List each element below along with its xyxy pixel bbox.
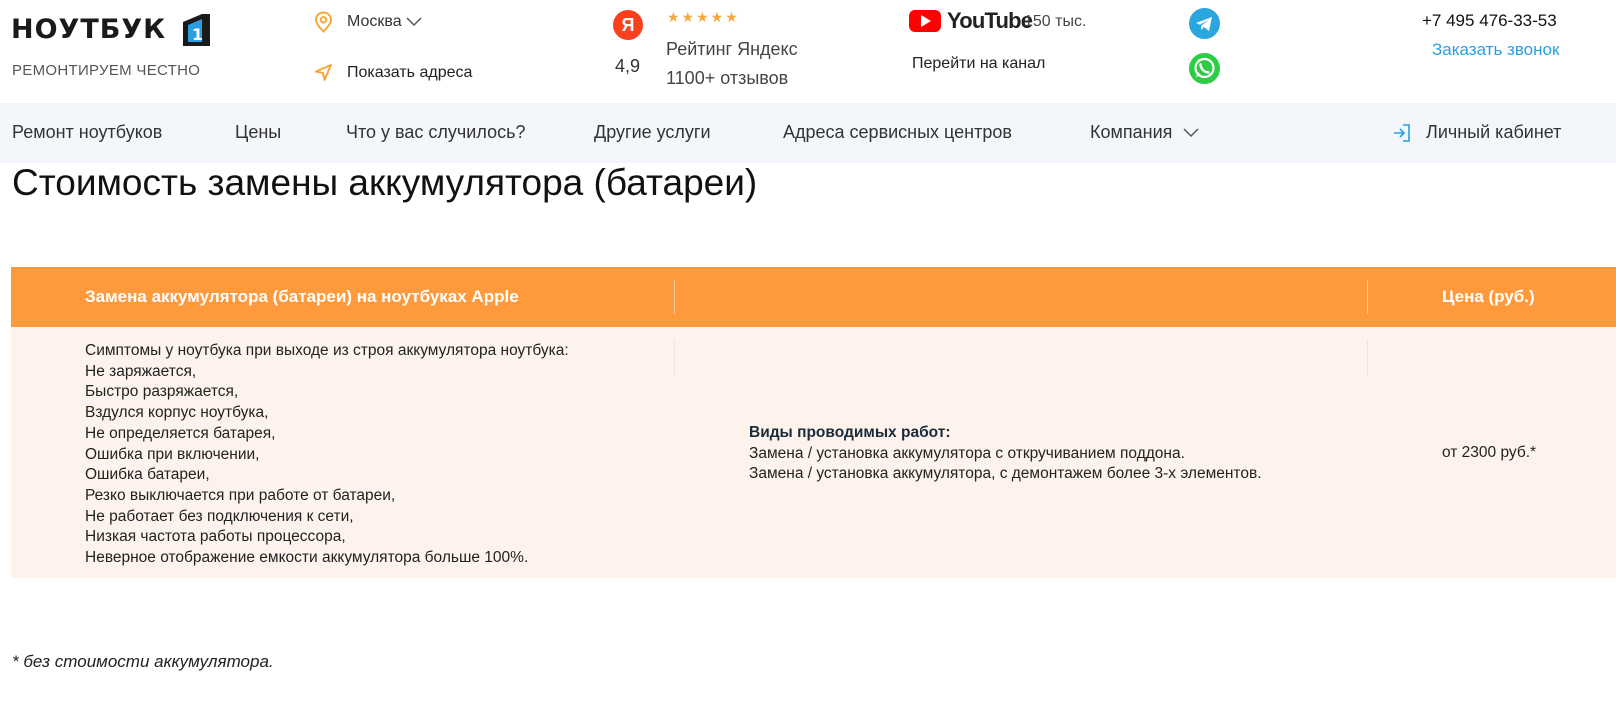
symptom-item: Не определяется батарея, (85, 424, 276, 442)
symptom-item: Не заряжается, (85, 362, 197, 380)
logo-text: НОУТБУК (11, 14, 167, 45)
works-title: Виды проводимых работ: (749, 424, 951, 441)
yandex-logo-icon: Я (613, 10, 643, 40)
tagline: РЕМОНТИРУЕМ ЧЕСТНО (12, 62, 201, 79)
cell-divider (674, 340, 675, 376)
table-row: Симптомы у ноутбука при выходе из строя … (11, 327, 1616, 578)
nav-item-laptop-repair[interactable]: Ремонт ноутбуков (12, 122, 162, 143)
symptom-item: Быстро разряжается, (85, 383, 239, 401)
work-item: Замена / установка аккумулятора, с демон… (749, 465, 1262, 483)
youtube-logo[interactable]: YouTube (909, 8, 1033, 34)
nav-item-company[interactable]: Компания (1090, 122, 1199, 143)
whatsapp-icon[interactable] (1189, 53, 1220, 84)
logo[interactable]: НОУТБУК 1 (11, 10, 211, 50)
nav-item-service-addresses[interactable]: Адреса сервисных центров (783, 122, 1012, 143)
youtube-subscribers: 150 тыс. (1024, 13, 1087, 30)
symptoms-cell: Симптомы у ноутбука при выходе из строя … (85, 341, 569, 569)
header-divider (1367, 280, 1368, 314)
logo-digit: 1 (192, 25, 203, 44)
phone-number[interactable]: +7 495 476-33-53 (1422, 11, 1557, 31)
nav-item-prices[interactable]: Цены (235, 122, 281, 143)
chevron-down-icon (1183, 128, 1199, 138)
main-nav: Ремонт ноутбуков Цены Что у вас случилос… (0, 103, 1616, 163)
rating-stars-icon: ★★★★★ (667, 9, 740, 25)
footnote: * без стоимости аккумулятора. (12, 652, 274, 671)
symptom-item: Ошибка батареи, (85, 466, 210, 484)
header-price: Цена (руб.) (1442, 287, 1535, 306)
youtube-play-icon (909, 10, 941, 32)
symptom-item: Вздулся корпус ноутбука, (85, 404, 269, 422)
work-item: Замена / установка аккумулятора с откруч… (749, 444, 1185, 462)
symptoms-intro: Симптомы у ноутбука при выходе из строя … (85, 342, 569, 359)
login-label: Личный кабинет (1426, 122, 1562, 142)
price-cell: от 2300 руб.* (1442, 444, 1537, 461)
show-addresses-link[interactable]: Показать адреса (314, 63, 472, 82)
yandex-score: 4,9 (615, 56, 641, 76)
symptom-item: Низкая частота работы процессора, (85, 528, 346, 546)
map-pin-icon (314, 11, 333, 33)
callback-link[interactable]: Заказать звонок (1432, 40, 1559, 60)
chevron-down-icon (406, 17, 422, 27)
symptom-item: Ошибка при включении, (85, 445, 260, 463)
cell-divider (1367, 340, 1368, 376)
symptom-item: Не работает без подключения к сети, (85, 507, 354, 525)
youtube-wordmark: YouTube (947, 8, 1033, 33)
logo-mark-icon: 1 (183, 14, 210, 46)
site-header: НОУТБУК 1 РЕМОНТИРУЕМ ЧЕСТНО Москва Пока… (0, 0, 1616, 103)
works-cell: Виды проводимых работ: Замена / установк… (749, 423, 1262, 485)
city-label: Москва (347, 13, 402, 30)
header-service: Замена аккумулятора (батареи) на ноутбук… (85, 287, 519, 306)
city-selector[interactable]: Москва (314, 11, 422, 33)
youtube-channel-link[interactable]: Перейти на канал (912, 55, 1045, 73)
header-divider (674, 280, 675, 314)
login-icon (1394, 123, 1410, 142)
show-addresses-label: Показать адреса (347, 63, 473, 81)
nav-item-other-services[interactable]: Другие услуги (594, 122, 711, 143)
navigation-arrow-icon (315, 64, 332, 81)
nav-item-problem[interactable]: Что у вас случилось? (346, 122, 525, 143)
telegram-icon[interactable] (1189, 8, 1220, 39)
price-table-header: Замена аккумулятора (батареи) на ноутбук… (11, 267, 1616, 327)
symptom-item: Неверное отображение емкости аккумулятор… (85, 549, 529, 567)
yandex-rating-label[interactable]: Рейтинг Яндекс (666, 39, 798, 60)
login-link[interactable]: Личный кабинет (1392, 122, 1561, 143)
symptom-item: Резко выключается при работе от батареи, (85, 486, 396, 504)
yandex-reviews-count[interactable]: 1100+ отзывов (666, 68, 788, 89)
nav-item-company-label: Компания (1090, 122, 1173, 142)
page-title: Стоимость замены аккумулятора (батареи) (12, 162, 758, 203)
